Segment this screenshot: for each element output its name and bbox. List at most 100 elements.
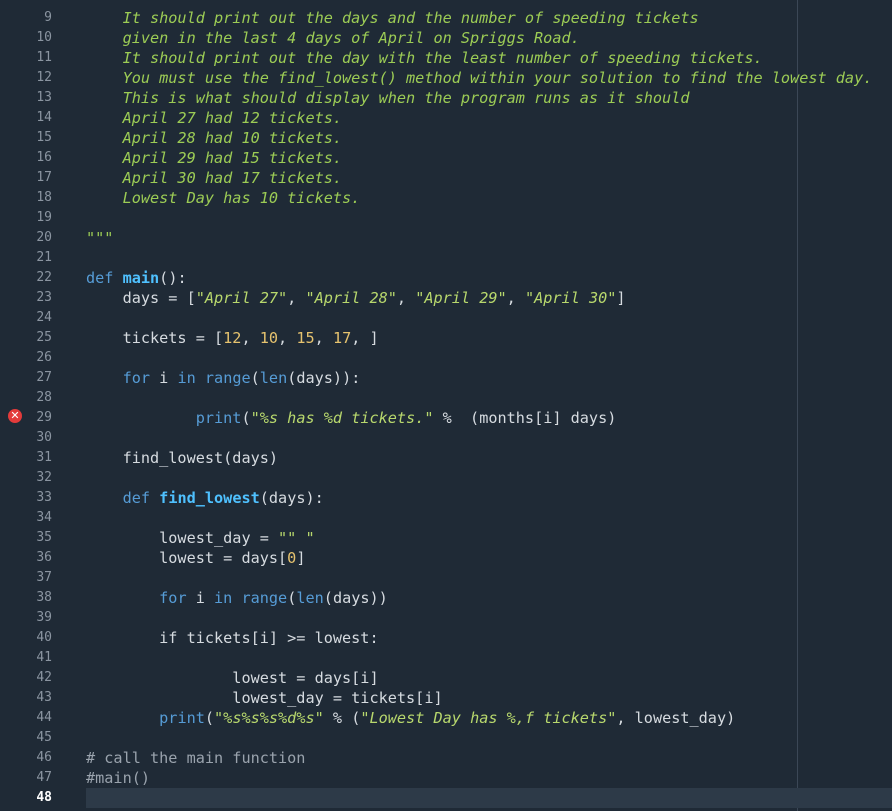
code-token: , — [396, 289, 416, 307]
line-number: 38 — [36, 590, 52, 605]
code-token: (days): — [259, 489, 324, 507]
line-number: 11 — [36, 50, 52, 65]
line-number: 46 — [36, 750, 52, 765]
line-number-gutter[interactable]: 9 10 11 12 13 14 15 16 17 18 19 20 21 22… — [0, 0, 80, 811]
string-token: "April 29" — [415, 289, 507, 307]
line-number: 47 — [36, 770, 52, 785]
code-line-call-find-lowest: find_lowest(days) — [86, 449, 279, 467]
line-number: 31 — [36, 450, 52, 465]
line-number: 23 — [36, 290, 52, 305]
line-number: 26 — [36, 350, 52, 365]
line-number: 13 — [36, 90, 52, 105]
keyword-def: def — [86, 269, 114, 287]
line-number: 33 — [36, 490, 52, 505]
number-token: 17 — [332, 329, 352, 347]
number-token: 15 — [296, 329, 315, 347]
code-token: ] — [296, 549, 306, 567]
code-token: % ( — [323, 709, 361, 727]
string-token: "%s has %d tickets." — [250, 409, 434, 427]
docstring-line: April 28 had 10 tickets. — [86, 129, 343, 147]
line-number: 22 — [36, 270, 52, 285]
code-line-tickets: tickets = [12, 10, 15, 17, ] — [86, 328, 379, 348]
keyword-for: for — [122, 369, 151, 387]
line-number: 16 — [36, 150, 52, 165]
line-number: 37 — [36, 570, 52, 585]
code-line-def-find-lowest: def find_lowest(days): — [86, 488, 324, 508]
keyword-def: def — [122, 489, 151, 507]
docstring-line: April 29 had 15 tickets. — [86, 149, 343, 167]
code-line-lowest-day: lowest_day = "" " — [86, 528, 314, 548]
line-number: 39 — [36, 610, 52, 625]
code-line-lowest: lowest = days[0] — [86, 548, 305, 568]
keyword-for: for — [159, 589, 187, 607]
code-token: , — [241, 329, 260, 347]
keyword-in: in — [214, 589, 233, 607]
code-token: ( — [287, 589, 297, 607]
code-token: ] — [616, 289, 626, 307]
line-number: 9 — [44, 10, 52, 25]
column-ruler — [797, 0, 798, 811]
builtin-print: print — [195, 409, 242, 427]
code-token: (days)): — [287, 369, 361, 387]
line-number: 41 — [36, 650, 52, 665]
code-line-for-loop-2: for i in range(len(days)) — [86, 588, 388, 608]
line-number: 43 — [36, 690, 52, 705]
string-token: "%s%s%s%d%s" — [214, 709, 324, 727]
number-token: 10 — [259, 329, 279, 347]
error-marker-icon[interactable]: ✕ — [8, 409, 22, 423]
comment-line: #main() — [86, 769, 151, 787]
line-number: 28 — [36, 390, 52, 405]
line-number: 24 — [36, 310, 52, 325]
code-line-for-loop: for i in range(len(days)): — [86, 368, 361, 388]
docstring-line: April 30 had 17 tickets. — [86, 169, 343, 187]
line-number: 18 — [36, 190, 52, 205]
code-editor[interactable]: 9 10 11 12 13 14 15 16 17 18 19 20 21 22… — [0, 0, 892, 811]
docstring-line: given in the last 4 days of April on Spr… — [86, 29, 580, 47]
code-token: ( — [241, 409, 251, 427]
line-number: 15 — [36, 130, 52, 145]
code-token: (): — [159, 269, 187, 287]
number-token: 0 — [287, 549, 297, 567]
code-token: days = [ — [86, 289, 196, 307]
line-number: 32 — [36, 470, 52, 485]
builtin-print: print — [159, 709, 205, 727]
line-number: 10 — [36, 30, 52, 45]
line-number: 27 — [36, 370, 52, 385]
number-token: 12 — [223, 329, 242, 347]
code-token: (days)) — [323, 589, 388, 607]
code-line-print-error: print("%s has %d tickets." % (months[i] … — [86, 408, 617, 428]
builtin-len: len — [296, 589, 324, 607]
line-number: 20 — [36, 230, 52, 245]
code-token: i — [150, 369, 178, 387]
line-number: 19 — [36, 210, 52, 225]
docstring-line: This is what should display when the pro… — [86, 89, 690, 107]
code-token: tickets = [ — [86, 329, 224, 347]
code-token: , — [506, 289, 525, 307]
builtin-range: range — [241, 589, 288, 607]
line-number: 12 — [36, 70, 52, 85]
line-number: 42 — [36, 670, 52, 685]
string-token: "April 30" — [524, 289, 617, 307]
code-token: ( — [204, 709, 215, 727]
line-number: 36 — [36, 550, 52, 565]
docstring-line: Lowest Day has 10 tickets. — [86, 189, 361, 207]
code-token: , — [287, 289, 306, 307]
docstring-line: You must use the find_lowest() method wi… — [86, 69, 873, 87]
function-name-main: main — [122, 269, 160, 287]
line-number: 34 — [36, 510, 52, 525]
line-number: 17 — [36, 170, 52, 185]
line-number: 25 — [36, 330, 52, 345]
code-token: , lowest_day) — [616, 709, 736, 727]
code-line-if: if tickets[i] >= lowest: — [86, 629, 379, 647]
string-token: "April 27" — [195, 289, 288, 307]
code-token: lowest_day = — [86, 529, 279, 547]
code-line-days: days = ["April 27", "April 28", "April 2… — [86, 288, 626, 308]
string-token: "April 28" — [305, 289, 397, 307]
docstring-end: """ — [86, 229, 114, 247]
code-token: , — [314, 329, 333, 347]
code-token: ( — [250, 369, 260, 387]
code-line-print-lowest: print("%s%s%s%d%s" % ("Lowest Day has %,… — [86, 708, 735, 728]
